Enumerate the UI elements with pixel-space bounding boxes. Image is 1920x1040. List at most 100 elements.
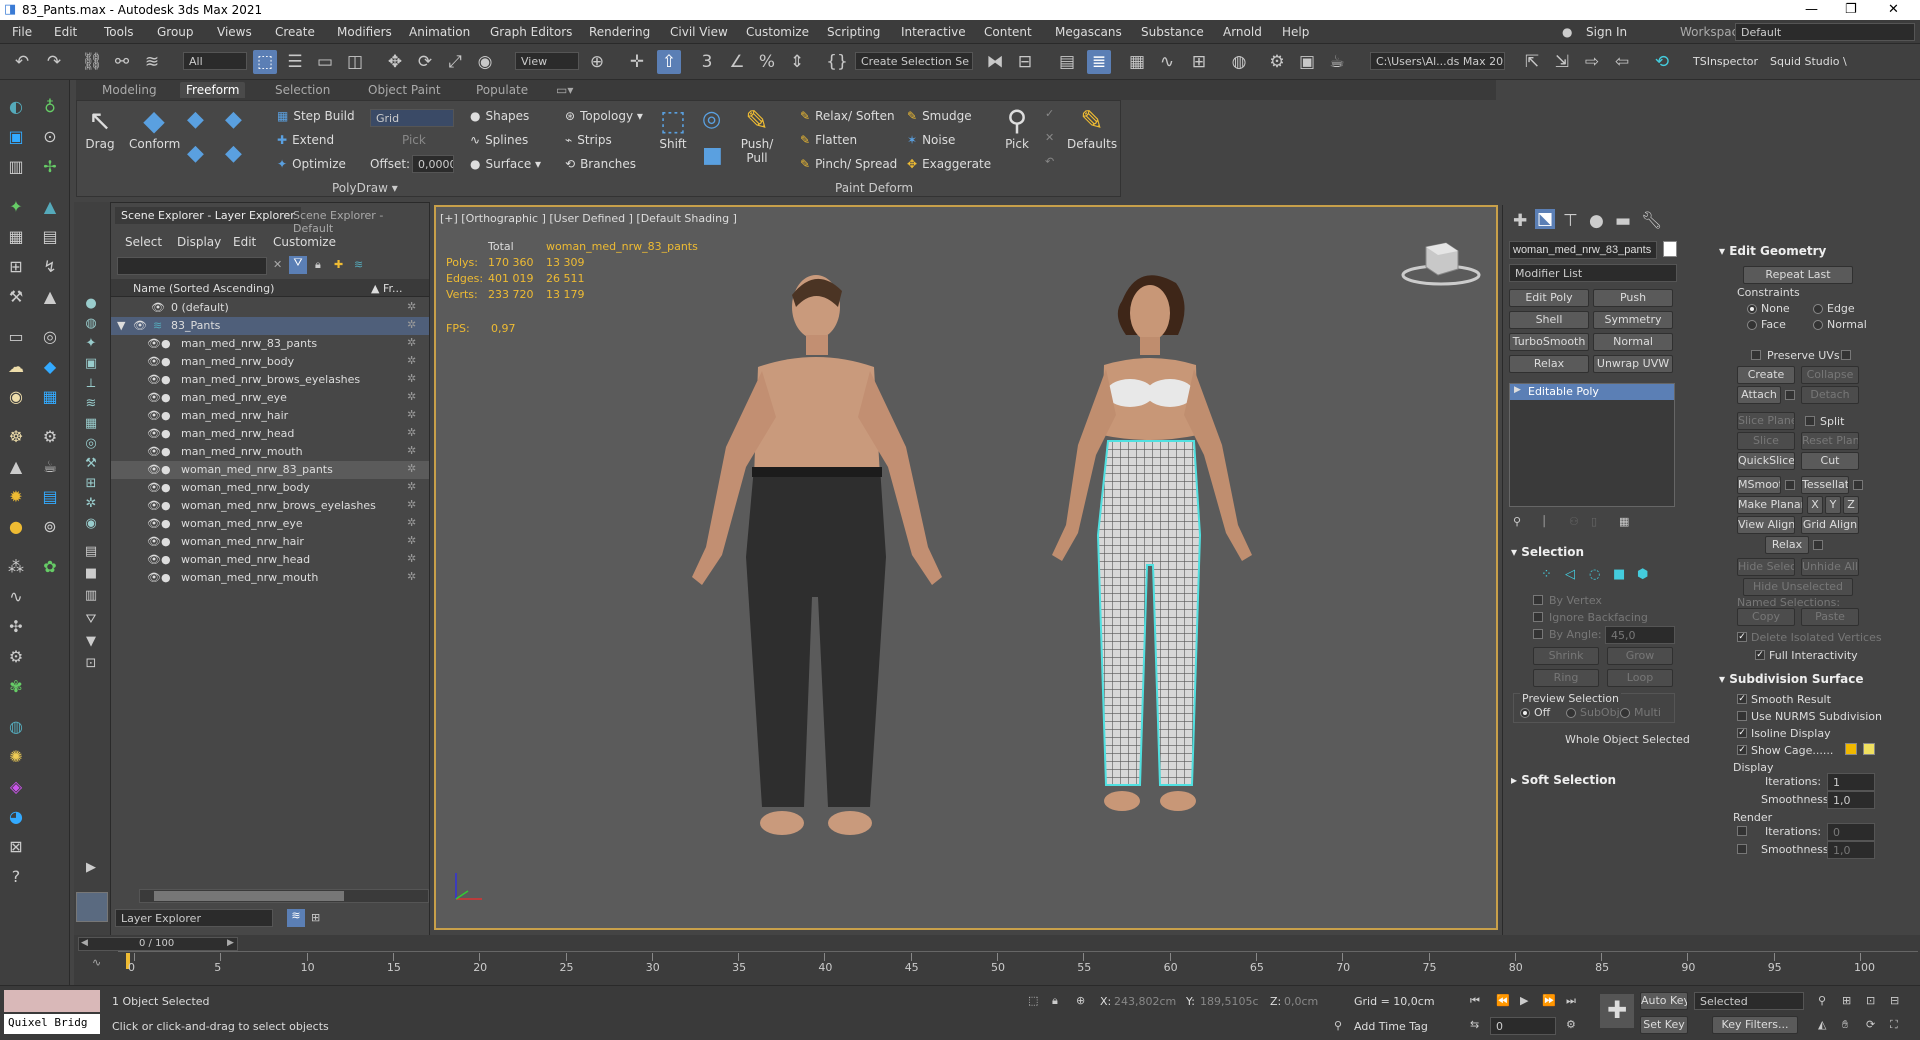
isoline-checkbox[interactable]: ✓: [1737, 728, 1747, 738]
box-icon[interactable]: ▭: [4, 324, 28, 348]
eye-icon[interactable]: 👁︎: [147, 571, 161, 584]
sign-in-button[interactable]: Sign In: [1586, 25, 1627, 39]
optimize-button[interactable]: ✦ Optimize: [277, 157, 346, 171]
edit-poly-button[interactable]: Edit Poly: [1509, 289, 1589, 307]
push-pull-tool[interactable]: ✎ Push/ Pull: [737, 105, 777, 166]
subdivision-rollout-header[interactable]: ▾ Subdivision Surface: [1719, 672, 1864, 686]
planar-y-button[interactable]: Y: [1825, 496, 1841, 514]
display-bones-icon[interactable]: ⚒: [80, 454, 102, 472]
freeze-icon[interactable]: ✲: [407, 354, 416, 367]
scrollbar-thumb[interactable]: [154, 891, 344, 901]
time-tag-icon[interactable]: ⚲: [1334, 1019, 1342, 1032]
planar-z-button[interactable]: Z: [1843, 496, 1859, 514]
new-layer-icon[interactable]: ✚: [334, 258, 343, 271]
copy-selection-button[interactable]: Copy: [1737, 608, 1795, 626]
mountain-icon[interactable]: ▲: [38, 194, 62, 218]
remove-modifier-icon[interactable]: ▯: [1591, 515, 1597, 528]
paste-selection-button[interactable]: Paste: [1801, 608, 1859, 626]
eye-icon[interactable]: 👁︎: [147, 481, 161, 494]
collapse-icon[interactable]: ▼: [117, 319, 125, 332]
globe-icon[interactable]: ◍: [4, 714, 28, 738]
freeze-icon[interactable]: ✲: [407, 516, 416, 529]
menu-megascans[interactable]: Megascans: [1055, 25, 1122, 39]
edge-mode-icon[interactable]: ◁: [1565, 567, 1575, 582]
eye-icon[interactable]: 👁︎: [147, 337, 161, 350]
configure-sets-icon[interactable]: ▦: [1619, 515, 1629, 528]
nurms-checkbox[interactable]: [1737, 711, 1747, 721]
relax-soften-button[interactable]: ✎ Relax/ Soften: [800, 109, 895, 123]
name-column-header[interactable]: Name (Sorted Ascending): [133, 282, 274, 295]
vertex-mode-icon[interactable]: ⁘: [1541, 567, 1552, 582]
display-containers-icon[interactable]: ⊞: [80, 474, 102, 492]
eye-icon[interactable]: 👁︎: [147, 463, 161, 476]
quickslice-button[interactable]: QuickSlice: [1737, 452, 1795, 470]
eye-icon[interactable]: 👁︎: [147, 373, 161, 386]
cone-icon[interactable]: ▲: [4, 454, 28, 478]
placement-icon[interactable]: ◉: [473, 50, 497, 74]
expand-panel-icon[interactable]: ▶: [80, 858, 102, 876]
menu-substance[interactable]: Substance: [1141, 25, 1204, 39]
zoom-icon[interactable]: ⚲: [1818, 994, 1826, 1007]
preview-off-radio[interactable]: [1520, 708, 1530, 718]
keyboard-shortcut-icon[interactable]: ⇧: [657, 50, 681, 74]
menu-arnold[interactable]: Arnold: [1223, 25, 1262, 39]
isolate-icon[interactable]: ⬚: [1028, 994, 1038, 1007]
eye-icon[interactable]: 👁︎: [147, 427, 161, 440]
spinner-snap-icon[interactable]: ⇕: [785, 50, 809, 74]
object-row-selected[interactable]: 👁︎ ● woman_med_nrw_83_pants ✲: [111, 461, 429, 479]
object-row[interactable]: 👁︎ ● man_med_nrw_hair ✲: [111, 407, 429, 425]
move-icon[interactable]: ✥: [383, 50, 407, 74]
preserve-uvs-checkbox[interactable]: [1751, 350, 1761, 360]
eye-icon[interactable]: 👁︎: [147, 445, 161, 458]
object-row[interactable]: 👁︎ ● man_med_nrw_mouth ✲: [111, 443, 429, 461]
zoom-extents-icon[interactable]: ⊡: [1866, 994, 1875, 1007]
object-color-swatch[interactable]: [1663, 241, 1677, 257]
eye-icon[interactable]: 👁︎: [147, 517, 161, 530]
watch-icon[interactable]: ⊚: [38, 514, 62, 538]
selection-filter-dropdown[interactable]: All: [183, 52, 247, 70]
toggle-layer-explorer-icon[interactable]: ≣: [1087, 50, 1111, 74]
relax-settings[interactable]: [1813, 540, 1823, 550]
maxscript-listener-mini[interactable]: [4, 990, 100, 1012]
lock-icon[interactable]: 🔒︎: [315, 258, 321, 272]
link-icon[interactable]: ⛓: [80, 50, 104, 74]
menu-select[interactable]: Select: [125, 235, 162, 249]
tab-object-paint[interactable]: Object Paint: [362, 82, 447, 98]
field-of-view-icon[interactable]: ◭: [1818, 1018, 1826, 1031]
freeze-column-header[interactable]: ▲ Fr...: [371, 282, 403, 295]
invert-display-icon[interactable]: ▥: [80, 586, 102, 604]
attach-list-settings[interactable]: [1785, 390, 1795, 400]
layer-row-83-pants[interactable]: ▼ 👁︎ ≋ 83_Pants ✲: [111, 317, 429, 335]
gear-tool-icon[interactable]: ⚙: [4, 644, 28, 668]
splines-button[interactable]: ∿ Splines: [470, 133, 528, 147]
tessellate-settings[interactable]: [1853, 480, 1863, 490]
detach-button[interactable]: Detach: [1801, 386, 1859, 404]
object-row[interactable]: 👁︎ ● man_med_nrw_head ✲: [111, 425, 429, 443]
pivot-icon[interactable]: ⊕: [585, 50, 609, 74]
zoom-extents-all-icon[interactable]: ⊟: [1890, 994, 1899, 1007]
workspace-dropdown[interactable]: Default: [1735, 23, 1915, 41]
previous-frame-icon[interactable]: ⏪: [1496, 994, 1510, 1007]
push-button[interactable]: Push: [1593, 289, 1673, 307]
display-spacewarps-icon[interactable]: ≋: [80, 394, 102, 412]
step-build-button[interactable]: ▦ Step Build: [277, 109, 355, 123]
symmetry-button[interactable]: Symmetry: [1593, 311, 1673, 329]
foliage-icon[interactable]: ✾: [4, 674, 28, 698]
menu-tools[interactable]: Tools: [104, 25, 134, 39]
noise-button[interactable]: ✶ Noise: [907, 133, 955, 147]
freeze-icon[interactable]: ✲: [407, 426, 416, 439]
loop-button[interactable]: Loop: [1607, 669, 1673, 687]
teapot-icon[interactable]: ☕: [38, 454, 62, 478]
open-file-icon[interactable]: ⇱: [1520, 50, 1544, 74]
freeze-icon[interactable]: ✲: [407, 552, 416, 565]
menu-civil-view[interactable]: Civil View: [670, 25, 728, 39]
flatten-button[interactable]: ✎ Flatten: [800, 133, 857, 147]
border-mode-icon[interactable]: ◌: [1589, 567, 1600, 582]
project-folder-dropdown[interactable]: C:\Users\Al...ds Max 202:: [1370, 52, 1505, 70]
freeze-icon[interactable]: ✲: [407, 444, 416, 457]
ribbon-small-icon-c[interactable]: ↶: [1045, 155, 1054, 168]
planar-x-button[interactable]: X: [1807, 496, 1823, 514]
user-icon[interactable]: ●: [1562, 25, 1572, 39]
export-icon[interactable]: ⇨: [1580, 50, 1604, 74]
layers-icon[interactable]: ≋: [354, 258, 363, 271]
